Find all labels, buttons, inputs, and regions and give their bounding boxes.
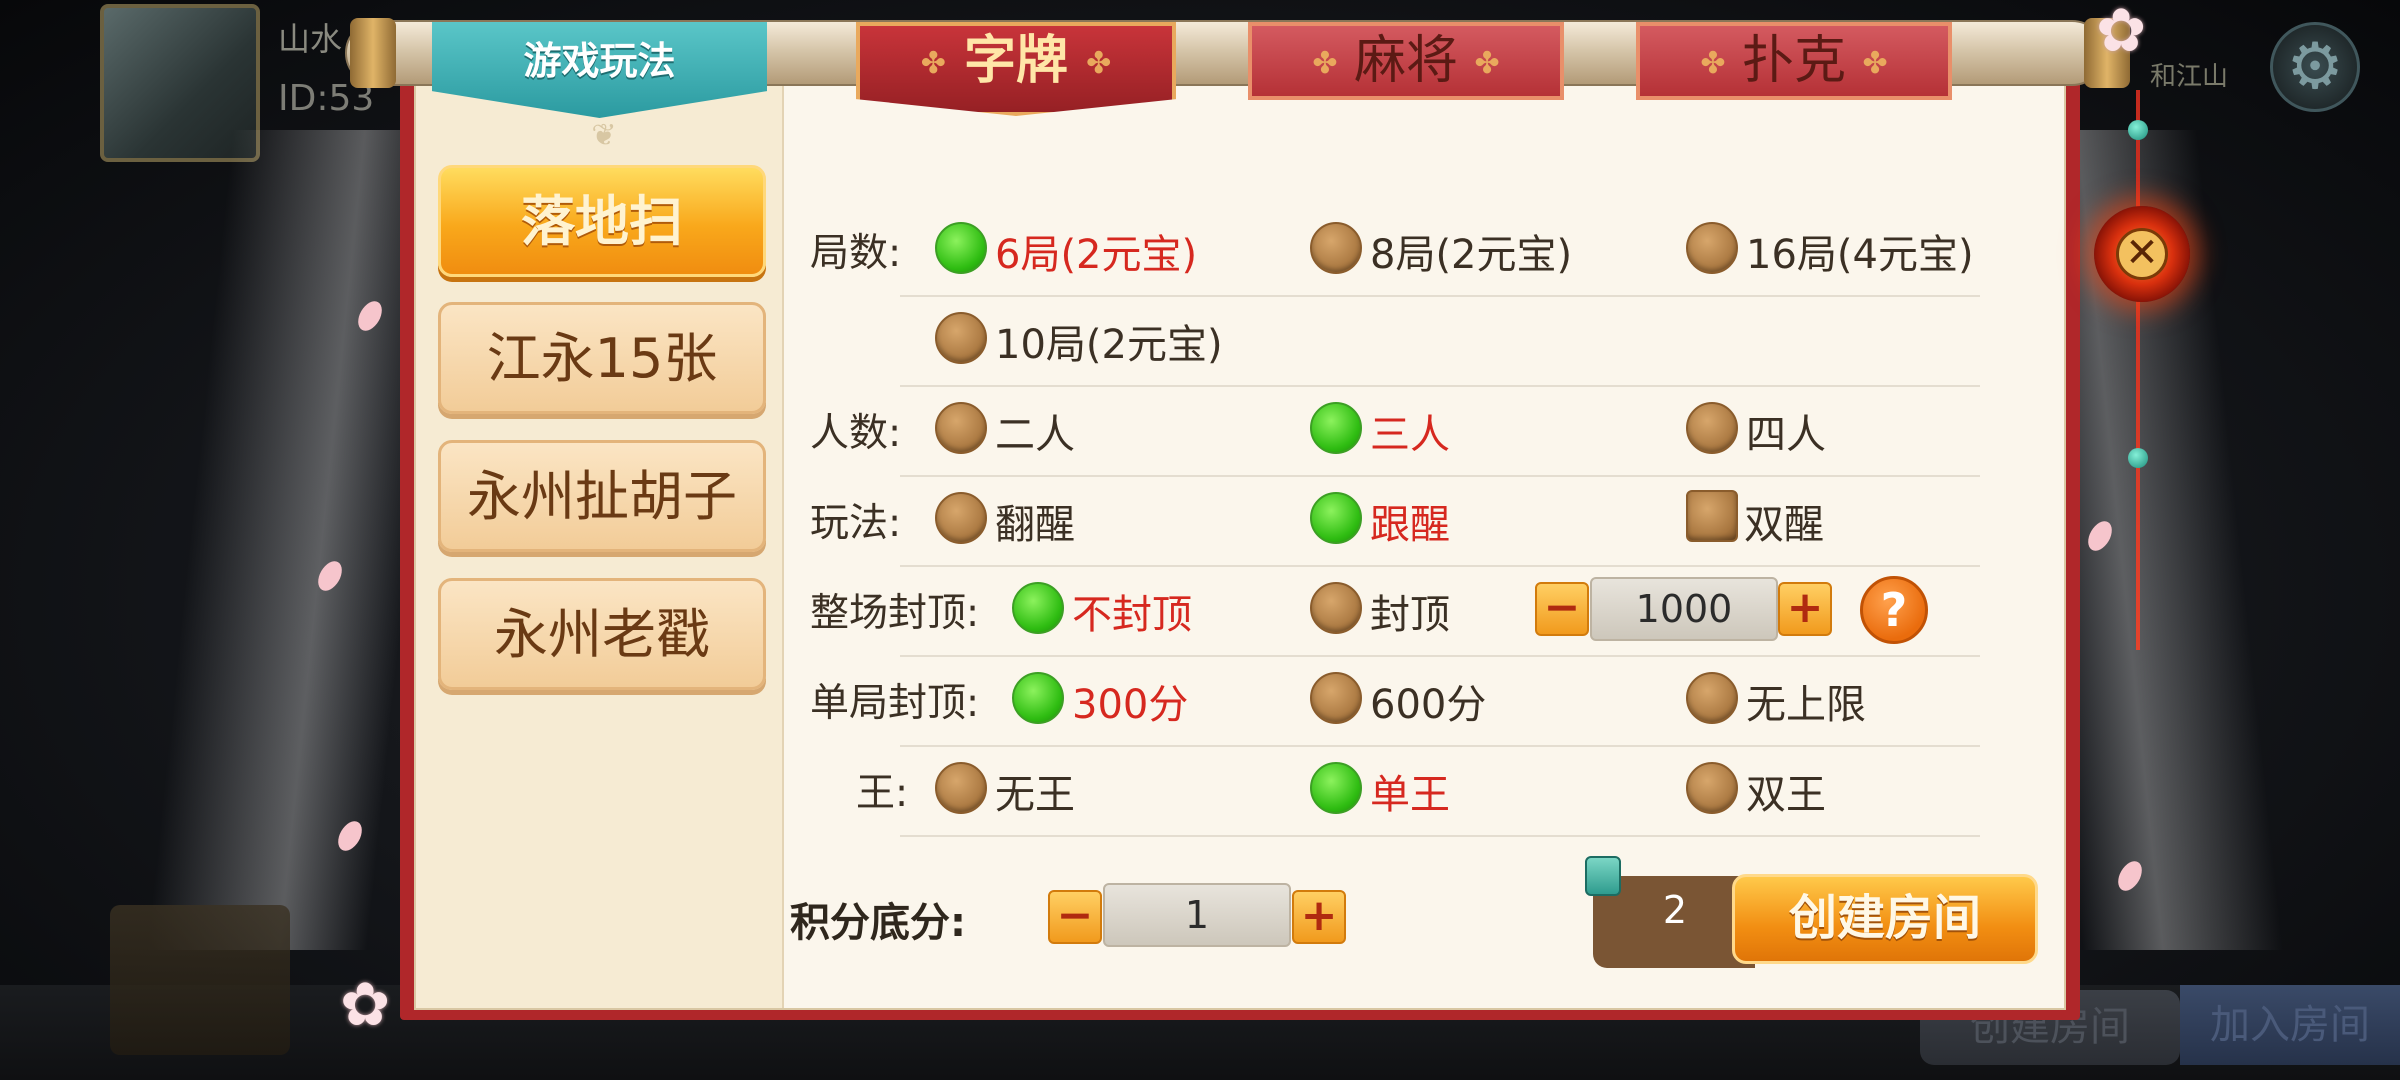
tab-puke[interactable]: ✤ 扑克 ✤ (1636, 22, 1952, 100)
players-3-radio[interactable] (1310, 402, 1362, 454)
game-item-luodisao[interactable]: 落地扫 (438, 165, 766, 277)
king-label: 王: (856, 771, 909, 816)
king-single-radio[interactable] (1310, 762, 1362, 814)
king-none-text: 无王 (995, 772, 1075, 818)
king-none-radio[interactable] (935, 762, 987, 814)
players-3-text: 三人 (1370, 412, 1450, 458)
row-divider (900, 475, 1980, 477)
game-item-jiangyong15[interactable]: 江永15张 (438, 302, 766, 414)
rounds-16-radio[interactable] (1686, 222, 1738, 274)
shop-cart-icon[interactable] (110, 905, 290, 1055)
round-cap-300-text: 300分 (1072, 682, 1189, 728)
flourish-icon: ✤ (920, 46, 946, 81)
row-divider (900, 385, 1980, 387)
players-2-radio[interactable] (935, 402, 987, 454)
flourish-icon: ✤ (1862, 46, 1888, 81)
row-divider (900, 295, 1980, 297)
close-button[interactable]: ✕ (2094, 206, 2190, 302)
lobby-join-room-button[interactable]: 加入房间 (2180, 985, 2400, 1065)
flourish-icon: ✤ (1312, 46, 1338, 81)
cap-increase-button[interactable]: + (1778, 582, 1832, 636)
close-icon: ✕ (2116, 228, 2168, 280)
tab-zipai[interactable]: ✤ 字牌 ✤ (856, 22, 1176, 116)
gem-icon (1585, 856, 1621, 896)
match-cap-on-radio[interactable] (1310, 582, 1362, 634)
king-single-text: 单王 (1370, 772, 1450, 818)
knot-ornament-icon: ❦ (591, 118, 617, 153)
player-name: 山水 (278, 20, 343, 58)
players-2-text: 二人 (995, 412, 1075, 458)
rounds-10-text: 10局(2元宝) (995, 322, 1223, 368)
base-score-increase-button[interactable]: + (1292, 890, 1346, 944)
help-question-icon[interactable]: ? (1860, 576, 1928, 644)
room-cost-value: 2 (1662, 888, 1688, 932)
cap-value-field[interactable]: 1000 (1590, 577, 1778, 641)
flower-icon: ✿ (340, 970, 391, 1040)
create-room-button[interactable]: 创建房间 (1732, 874, 2038, 964)
round-cap-label: 单局封顶: (810, 681, 980, 726)
round-cap-unlimited-radio[interactable] (1686, 672, 1738, 724)
play-style-fanxing-radio[interactable] (935, 492, 987, 544)
play-style-shuangxing-text: 双醒 (1744, 502, 1824, 548)
king-double-radio[interactable] (1686, 762, 1738, 814)
tassel-ornament (2136, 90, 2140, 650)
jade-bead-icon (2128, 120, 2148, 140)
game-item-yongzhou-laochuo[interactable]: 永州老戳 (438, 578, 766, 690)
players-label: 人数: (810, 411, 902, 456)
match-cap-label: 整场封顶: (810, 591, 980, 636)
round-cap-600-radio[interactable] (1310, 672, 1362, 724)
rounds-label: 局数: (810, 231, 902, 276)
match-cap-on-text: 封顶 (1370, 592, 1450, 638)
row-divider (900, 835, 1980, 837)
round-cap-unlimited-text: 无上限 (1746, 682, 1866, 728)
base-score-label: 积分底分: (790, 900, 966, 946)
base-score-value-field[interactable]: 1 (1103, 883, 1291, 947)
cap-decrease-button[interactable]: − (1535, 582, 1589, 636)
settings-gear-icon[interactable]: ⚙ (2270, 22, 2360, 112)
king-double-text: 双王 (1746, 772, 1826, 818)
rounds-8-text: 8局(2元宝) (1370, 232, 1573, 278)
scroll-rod-cap-left (350, 18, 396, 88)
play-style-genxing-radio[interactable] (1310, 492, 1362, 544)
top-right-text: 和江山 (2150, 62, 2229, 92)
flourish-icon: ✤ (1700, 46, 1726, 81)
tab-majiang[interactable]: ✤ 麻将 ✤ (1248, 22, 1564, 100)
flower-icon: ✿ (2096, 0, 2147, 66)
row-divider (900, 565, 1980, 567)
round-cap-300-radio[interactable] (1012, 672, 1064, 724)
jade-bead-icon (2128, 448, 2148, 468)
game-item-yongzhou-chehuzi[interactable]: 永州扯胡子 (438, 440, 766, 552)
match-cap-none-radio[interactable] (1012, 582, 1064, 634)
play-style-genxing-text: 跟醒 (1370, 502, 1450, 548)
row-divider (900, 745, 1980, 747)
play-style-label: 玩法: (810, 501, 902, 546)
rounds-10-radio[interactable] (935, 312, 987, 364)
match-cap-none-text: 不封顶 (1072, 592, 1192, 638)
players-4-text: 四人 (1746, 412, 1826, 458)
rounds-6-radio[interactable] (935, 222, 987, 274)
base-score-decrease-button[interactable]: − (1048, 890, 1102, 944)
rounds-8-radio[interactable] (1310, 222, 1362, 274)
rounds-16-text: 16局(4元宝) (1746, 232, 1974, 278)
players-4-radio[interactable] (1686, 402, 1738, 454)
rounds-6-text: 6局(2元宝) (995, 232, 1198, 278)
play-style-shuangxing-checkbox[interactable] (1686, 490, 1738, 542)
flourish-icon: ✤ (1086, 46, 1112, 81)
play-style-fanxing-text: 翻醒 (995, 502, 1075, 548)
round-cap-600-text: 600分 (1370, 682, 1487, 728)
flourish-icon: ✤ (1474, 46, 1500, 81)
row-divider (900, 655, 1980, 657)
